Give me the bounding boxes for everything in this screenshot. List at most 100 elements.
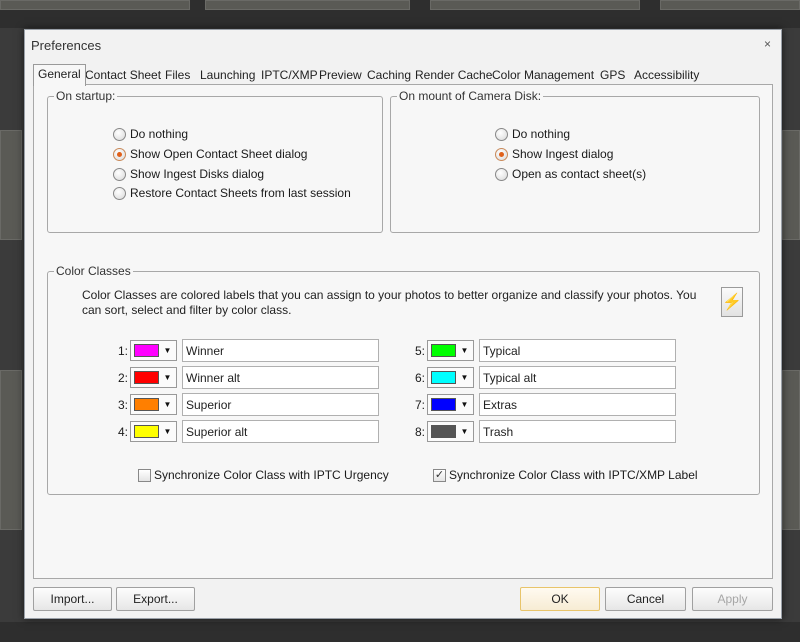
background-thumb <box>660 0 800 10</box>
background-thumb <box>782 370 800 530</box>
camera-disk-group: On mount of Camera Disk: Do nothing Show… <box>390 89 760 233</box>
tab-bar: General Contact Sheet Files Launching IP… <box>33 64 773 86</box>
color-class-row-1: 1: ▼ <box>106 339 386 363</box>
tab-contact-sheet[interactable]: Contact Sheet <box>82 66 164 85</box>
color-picker-2[interactable]: ▼ <box>130 367 177 388</box>
color-classes-group-label: Color Classes <box>54 264 133 278</box>
color-swatch <box>134 344 159 357</box>
export-button[interactable]: Export... <box>116 587 195 611</box>
color-class-row-8: 8: ▼ <box>403 420 683 444</box>
radio-button[interactable] <box>495 127 508 141</box>
color-picker-5[interactable]: ▼ <box>427 340 474 361</box>
color-picker-4[interactable]: ▼ <box>130 421 177 442</box>
radio-button[interactable] <box>113 127 126 141</box>
color-class-number: 5: <box>414 344 425 358</box>
title-bar: Preferences × <box>25 30 781 60</box>
dialog-title: Preferences <box>31 38 102 53</box>
radio-label: Show Ingest Disks dialog <box>130 167 265 181</box>
color-class-number: 1: <box>117 344 128 358</box>
startup-group: On startup: Do nothing Show Open Contact… <box>47 89 383 233</box>
color-class-name-input-1[interactable] <box>182 339 379 362</box>
color-class-name-input-2[interactable] <box>182 366 379 389</box>
color-swatch <box>431 371 456 384</box>
radio-button[interactable] <box>495 167 508 181</box>
chevron-down-icon: ▼ <box>163 346 172 355</box>
checkbox-unchecked[interactable] <box>138 468 151 482</box>
tab-files[interactable]: Files <box>162 66 193 85</box>
chevron-down-icon: ▼ <box>460 346 469 355</box>
mount-option-open-contact-sheet[interactable]: Open as contact sheet(s) <box>495 166 646 182</box>
startup-option-open-contact-sheet[interactable]: Show Open Contact Sheet dialog <box>113 146 307 162</box>
radio-label: Do nothing <box>512 127 571 141</box>
general-tab-panel: On startup: Do nothing Show Open Contact… <box>33 84 773 579</box>
chevron-down-icon: ▼ <box>460 373 469 382</box>
tab-launching[interactable]: Launching <box>197 66 258 85</box>
tab-color-management[interactable]: Color Management <box>489 66 597 85</box>
color-class-row-5: 5: ▼ <box>403 339 683 363</box>
background-thumb <box>205 0 410 10</box>
chevron-down-icon: ▼ <box>163 373 172 382</box>
cancel-button[interactable]: Cancel <box>605 587 686 611</box>
color-picker-6[interactable]: ▼ <box>427 367 474 388</box>
import-button[interactable]: Import... <box>33 587 112 611</box>
tab-preview[interactable]: Preview <box>316 66 365 85</box>
color-class-name-input-4[interactable] <box>182 420 379 443</box>
background-thumb <box>430 0 640 10</box>
sync-iptc-urgency-checkbox[interactable]: Synchronize Color Class with IPTC Urgenc… <box>138 467 389 483</box>
background-strip-bottom <box>0 622 800 642</box>
color-swatch <box>431 398 456 411</box>
radio-button-selected[interactable] <box>113 147 126 161</box>
tab-gps[interactable]: GPS <box>597 66 628 85</box>
color-picker-1[interactable]: ▼ <box>130 340 177 361</box>
chevron-down-icon: ▼ <box>460 427 469 436</box>
color-classes-description: Color Classes are colored labels that yo… <box>82 288 697 317</box>
background-thumb <box>782 130 800 240</box>
mount-option-ingest-dialog[interactable]: Show Ingest dialog <box>495 146 613 162</box>
color-class-name-input-5[interactable] <box>479 339 676 362</box>
chevron-down-icon: ▼ <box>163 427 172 436</box>
sync-xmp-label-checkbox[interactable]: ✓ Synchronize Color Class with IPTC/XMP … <box>433 467 698 483</box>
color-class-name-input-3[interactable] <box>182 393 379 416</box>
chevron-down-icon: ▼ <box>460 400 469 409</box>
checkbox-label: Synchronize Color Class with IPTC Urgenc… <box>154 468 389 482</box>
startup-option-ingest-disks[interactable]: Show Ingest Disks dialog <box>113 166 264 182</box>
color-picker-8[interactable]: ▼ <box>427 421 474 442</box>
ok-button[interactable]: OK <box>520 587 600 611</box>
color-class-name-input-8[interactable] <box>479 420 676 443</box>
radio-button[interactable] <box>113 167 126 181</box>
radio-label: Open as contact sheet(s) <box>512 167 647 181</box>
preferences-dialog: Preferences × General Contact Sheet File… <box>24 29 782 619</box>
radio-label: Show Ingest dialog <box>512 147 614 161</box>
color-classes-group: Color Classes Color Classes are colored … <box>47 264 760 495</box>
color-class-row-2: 2: ▼ <box>106 366 386 390</box>
radio-button[interactable] <box>113 186 126 200</box>
color-picker-3[interactable]: ▼ <box>130 394 177 415</box>
startup-option-restore-sheets[interactable]: Restore Contact Sheets from last session <box>113 185 351 201</box>
color-class-number: 8: <box>414 425 425 439</box>
close-icon[interactable]: × <box>764 37 771 51</box>
tab-accessibility[interactable]: Accessibility <box>631 66 702 85</box>
color-class-number: 6: <box>414 371 425 385</box>
color-swatch <box>431 425 456 438</box>
tab-caching[interactable]: Caching <box>364 66 414 85</box>
color-class-number: 2: <box>117 371 128 385</box>
tab-render-cache[interactable]: Render Cache <box>412 66 495 85</box>
color-class-name-input-6[interactable] <box>479 366 676 389</box>
radio-label: Do nothing <box>130 127 189 141</box>
lightning-icon[interactable]: ⚡ <box>721 287 743 317</box>
camera-disk-group-label: On mount of Camera Disk: <box>397 89 544 103</box>
color-swatch <box>431 344 456 357</box>
tab-general[interactable]: General <box>33 64 86 86</box>
color-class-name-input-7[interactable] <box>479 393 676 416</box>
tab-iptc-xmp[interactable]: IPTC/XMP <box>258 66 321 85</box>
radio-label: Show Open Contact Sheet dialog <box>130 147 308 161</box>
apply-button[interactable]: Apply <box>692 587 773 611</box>
mount-option-do-nothing[interactable]: Do nothing <box>495 126 570 142</box>
checkmark-icon[interactable]: ✓ <box>433 468 446 482</box>
radio-button-selected[interactable] <box>495 147 508 161</box>
checkbox-label: Synchronize Color Class with IPTC/XMP La… <box>449 468 698 482</box>
color-picker-7[interactable]: ▼ <box>427 394 474 415</box>
color-class-number: 3: <box>117 398 128 412</box>
startup-option-do-nothing[interactable]: Do nothing <box>113 126 188 142</box>
color-class-number: 4: <box>117 425 128 439</box>
